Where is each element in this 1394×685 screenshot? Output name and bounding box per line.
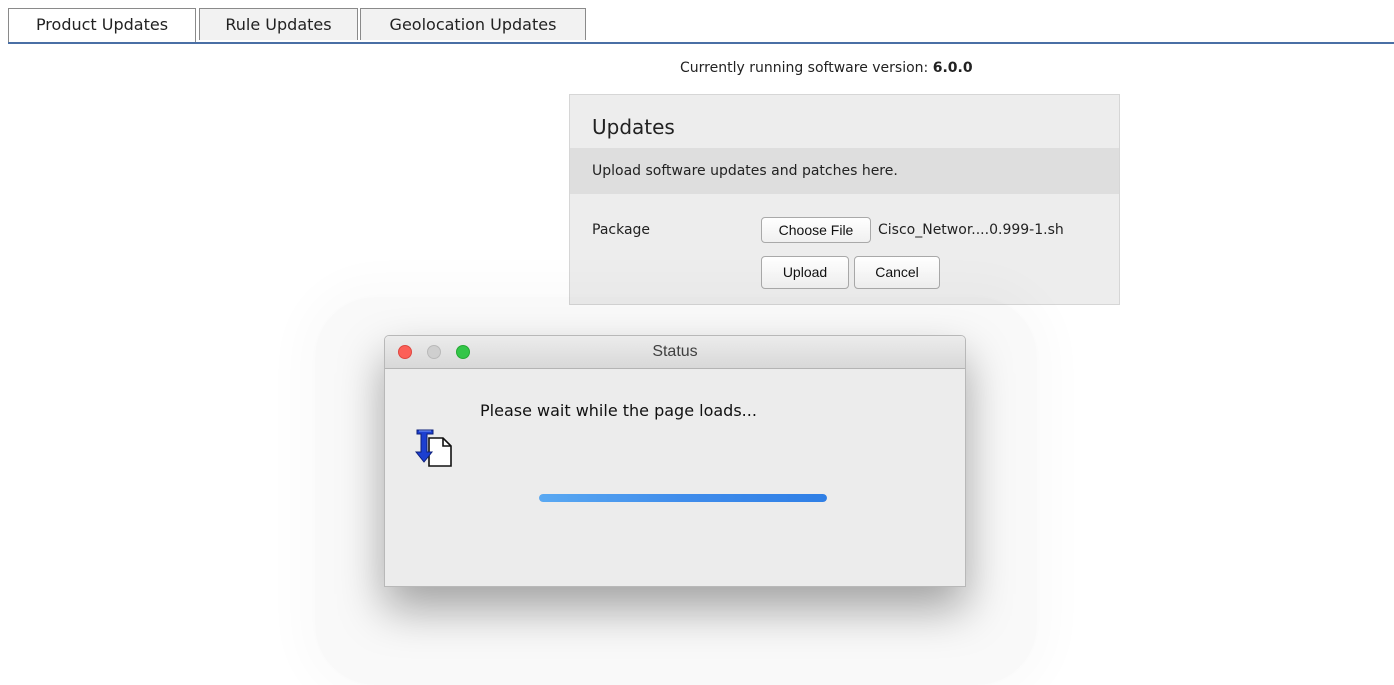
package-label: Package	[592, 222, 651, 238]
selected-file-name: Cisco_Networ....0.999-1.sh	[878, 222, 1064, 238]
dialog-title: Status	[652, 343, 698, 360]
tab-geolocation-updates[interactable]: Geolocation Updates	[360, 8, 586, 40]
version-value: 6.0.0	[932, 60, 973, 76]
dialog-titlebar[interactable]: Status	[385, 336, 965, 369]
tab-product-updates[interactable]: Product Updates	[8, 8, 196, 42]
updates-panel: Updates Upload software updates and patc…	[569, 94, 1120, 305]
tab-rule-updates[interactable]: Rule Updates	[199, 8, 358, 40]
version-prefix: Currently running software version:	[680, 60, 933, 76]
upload-button[interactable]: Upload	[761, 256, 849, 289]
panel-description: Upload software updates and patches here…	[592, 163, 898, 179]
loading-message: Please wait while the page loads...	[480, 401, 757, 420]
software-version-line: Currently running software version: 6.0.…	[680, 60, 973, 76]
tab-bar: Product Updates Rule Updates Geolocation…	[8, 8, 1394, 44]
progress-bar	[539, 494, 827, 502]
progress-bar-fill	[539, 494, 827, 502]
status-dialog: Status Please wait while the page loads.…	[384, 335, 966, 587]
panel-title: Updates	[592, 115, 675, 139]
choose-file-button[interactable]: Choose File	[761, 217, 871, 243]
cancel-button[interactable]: Cancel	[854, 256, 940, 289]
document-download-icon	[415, 429, 452, 467]
product-updates-page: Product Updates Rule Updates Geolocation…	[0, 0, 1394, 685]
panel-description-bar: Upload software updates and patches here…	[570, 148, 1119, 194]
